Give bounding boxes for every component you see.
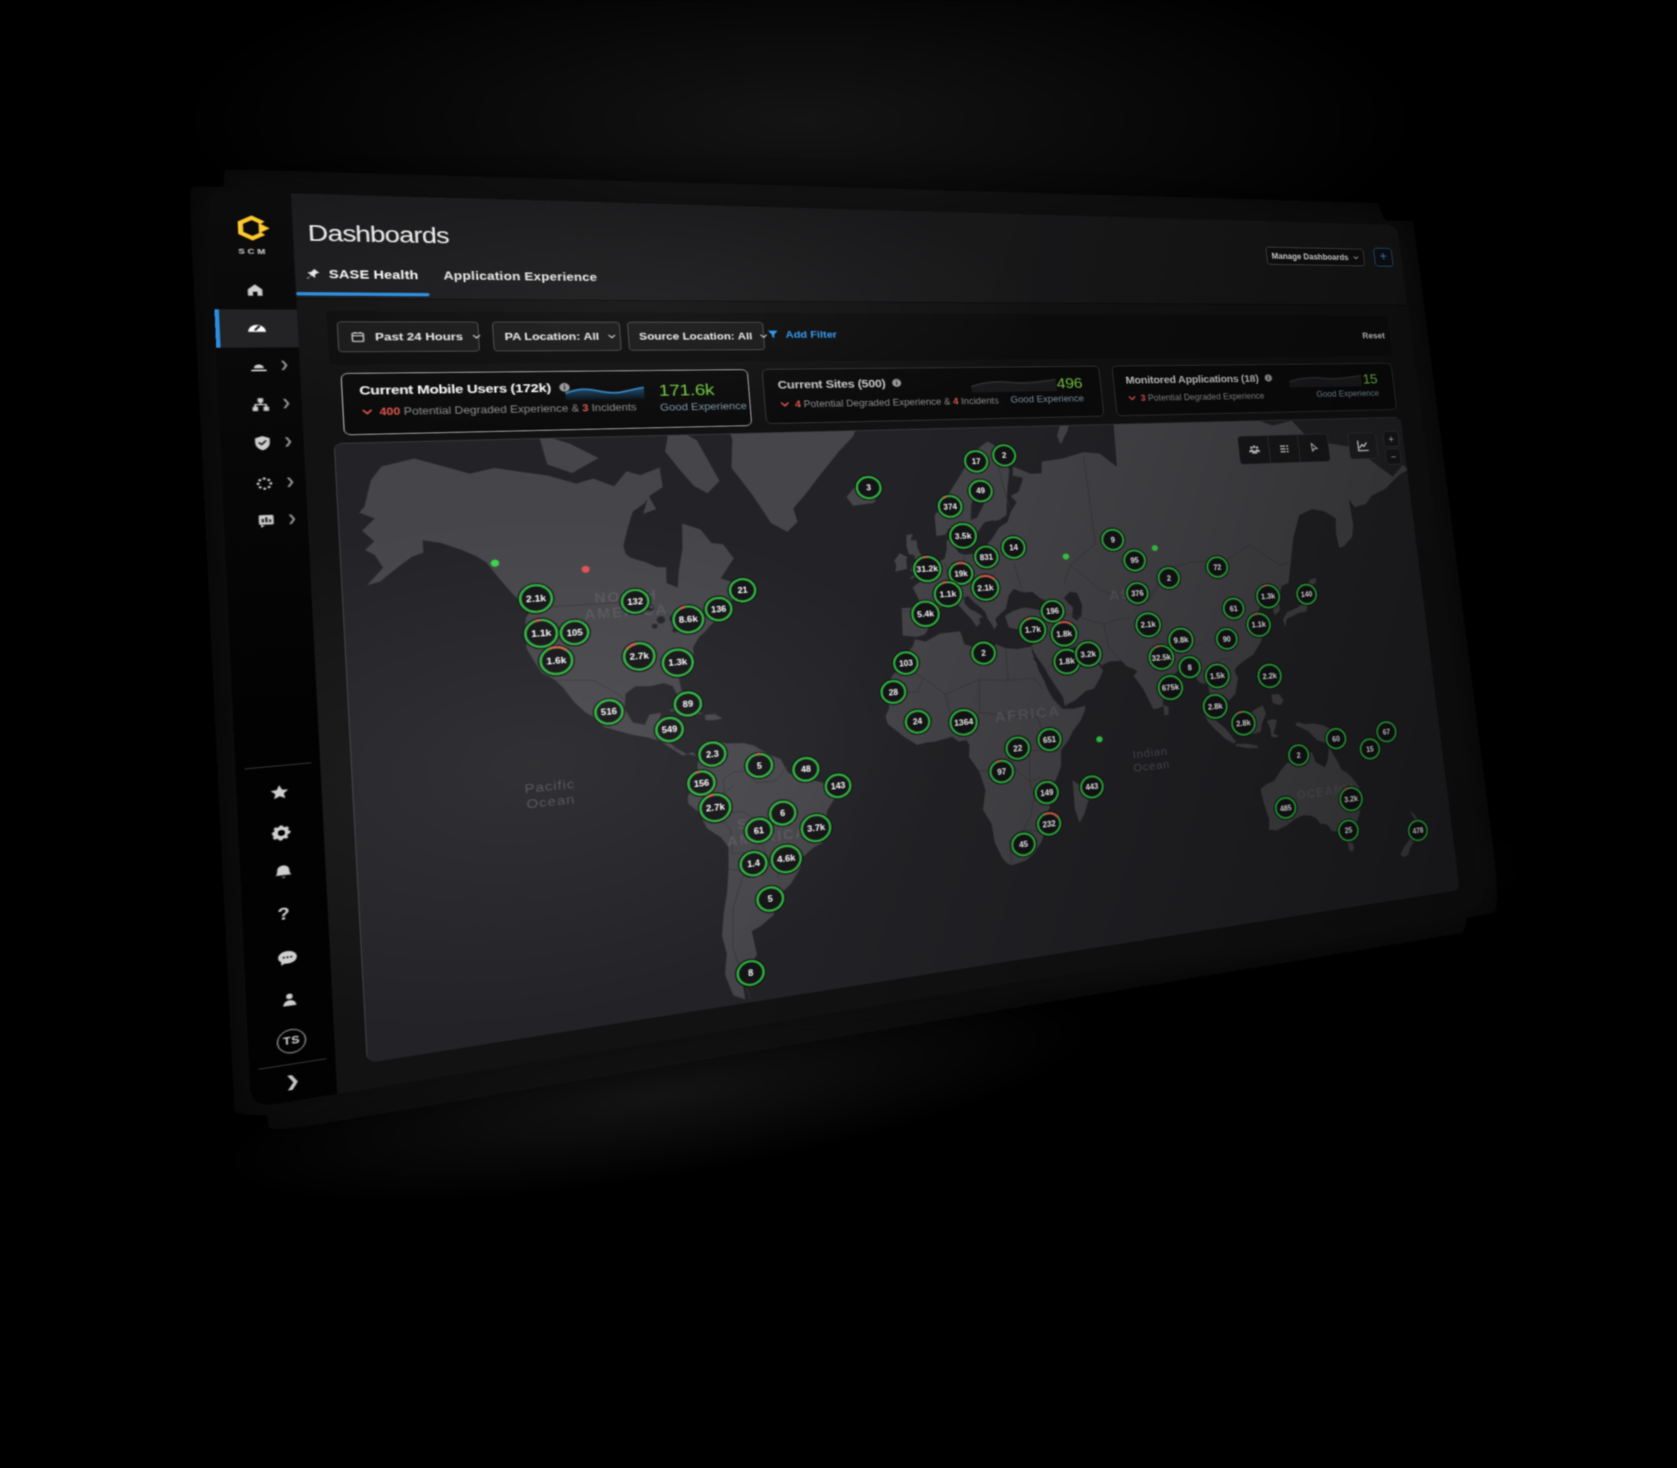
svg-text:1.7k: 1.7k xyxy=(1025,626,1042,635)
svg-text:19k: 19k xyxy=(954,570,969,579)
svg-text:651: 651 xyxy=(1043,736,1057,746)
svg-text:90: 90 xyxy=(1223,635,1232,643)
svg-text:1.4: 1.4 xyxy=(747,859,761,870)
svg-text:95: 95 xyxy=(1130,557,1139,565)
svg-text:60: 60 xyxy=(1332,735,1341,744)
svg-text:675k: 675k xyxy=(1162,684,1180,694)
svg-text:61: 61 xyxy=(754,826,765,836)
svg-text:516: 516 xyxy=(601,708,618,719)
svg-text:72: 72 xyxy=(1213,564,1222,572)
svg-text:1.8k: 1.8k xyxy=(1059,658,1076,667)
svg-text:45: 45 xyxy=(1019,840,1029,850)
svg-text:1.3k: 1.3k xyxy=(668,658,688,668)
svg-text:48: 48 xyxy=(801,765,812,775)
svg-text:132: 132 xyxy=(627,597,644,607)
svg-text:21: 21 xyxy=(737,586,748,595)
svg-text:3.5k: 3.5k xyxy=(955,532,972,541)
svg-text:1.6k: 1.6k xyxy=(546,656,567,667)
svg-text:8.6k: 8.6k xyxy=(679,615,699,625)
svg-text:549: 549 xyxy=(661,725,678,736)
svg-text:143: 143 xyxy=(831,782,847,792)
svg-text:3.2k: 3.2k xyxy=(1080,650,1097,659)
svg-text:67: 67 xyxy=(1382,728,1391,736)
svg-text:2.1k: 2.1k xyxy=(977,584,994,593)
svg-text:2.1k: 2.1k xyxy=(526,594,547,604)
svg-text:831: 831 xyxy=(979,553,993,562)
svg-text:140: 140 xyxy=(1301,591,1313,599)
svg-text:376: 376 xyxy=(1131,590,1144,599)
svg-text:156: 156 xyxy=(693,779,710,790)
svg-text:1.8k: 1.8k xyxy=(1056,630,1073,639)
svg-text:2.2k: 2.2k xyxy=(1262,672,1277,681)
svg-text:2.7k: 2.7k xyxy=(629,652,649,662)
svg-text:2.8k: 2.8k xyxy=(1236,719,1251,728)
svg-text:89: 89 xyxy=(682,700,693,710)
svg-text:97: 97 xyxy=(997,768,1007,777)
svg-text:9.8k: 9.8k xyxy=(1173,636,1189,645)
svg-text:15: 15 xyxy=(1366,745,1375,754)
svg-text:1.5k: 1.5k xyxy=(1210,672,1226,681)
svg-text:5.4k: 5.4k xyxy=(917,610,935,620)
svg-text:61: 61 xyxy=(1229,605,1238,613)
svg-text:1.1k: 1.1k xyxy=(1251,621,1266,630)
svg-text:1.1k: 1.1k xyxy=(531,629,552,640)
svg-text:2.1k: 2.1k xyxy=(1140,621,1156,630)
svg-text:196: 196 xyxy=(1046,607,1060,616)
svg-text:24: 24 xyxy=(913,718,923,727)
svg-text:2.8k: 2.8k xyxy=(1208,703,1224,712)
svg-text:443: 443 xyxy=(1085,783,1099,793)
svg-text:14: 14 xyxy=(1009,544,1019,553)
svg-text:149: 149 xyxy=(1040,788,1054,798)
svg-text:232: 232 xyxy=(1042,820,1056,830)
svg-text:25: 25 xyxy=(1344,827,1353,836)
svg-text:2.3: 2.3 xyxy=(706,750,720,760)
svg-text:103: 103 xyxy=(899,659,914,669)
svg-text:17: 17 xyxy=(971,458,981,466)
svg-text:28: 28 xyxy=(888,688,898,697)
svg-text:136: 136 xyxy=(711,605,727,615)
svg-text:374: 374 xyxy=(943,503,958,512)
svg-text:1.1k: 1.1k xyxy=(939,590,956,599)
svg-text:31.2k: 31.2k xyxy=(916,565,938,575)
svg-text:478: 478 xyxy=(1412,827,1424,836)
svg-text:485: 485 xyxy=(1279,804,1292,813)
svg-text:105: 105 xyxy=(566,628,583,638)
svg-text:49: 49 xyxy=(976,488,986,496)
svg-text:32.5k: 32.5k xyxy=(1151,653,1171,663)
svg-text:22: 22 xyxy=(1013,744,1023,753)
svg-text:1.3k: 1.3k xyxy=(1261,593,1276,602)
